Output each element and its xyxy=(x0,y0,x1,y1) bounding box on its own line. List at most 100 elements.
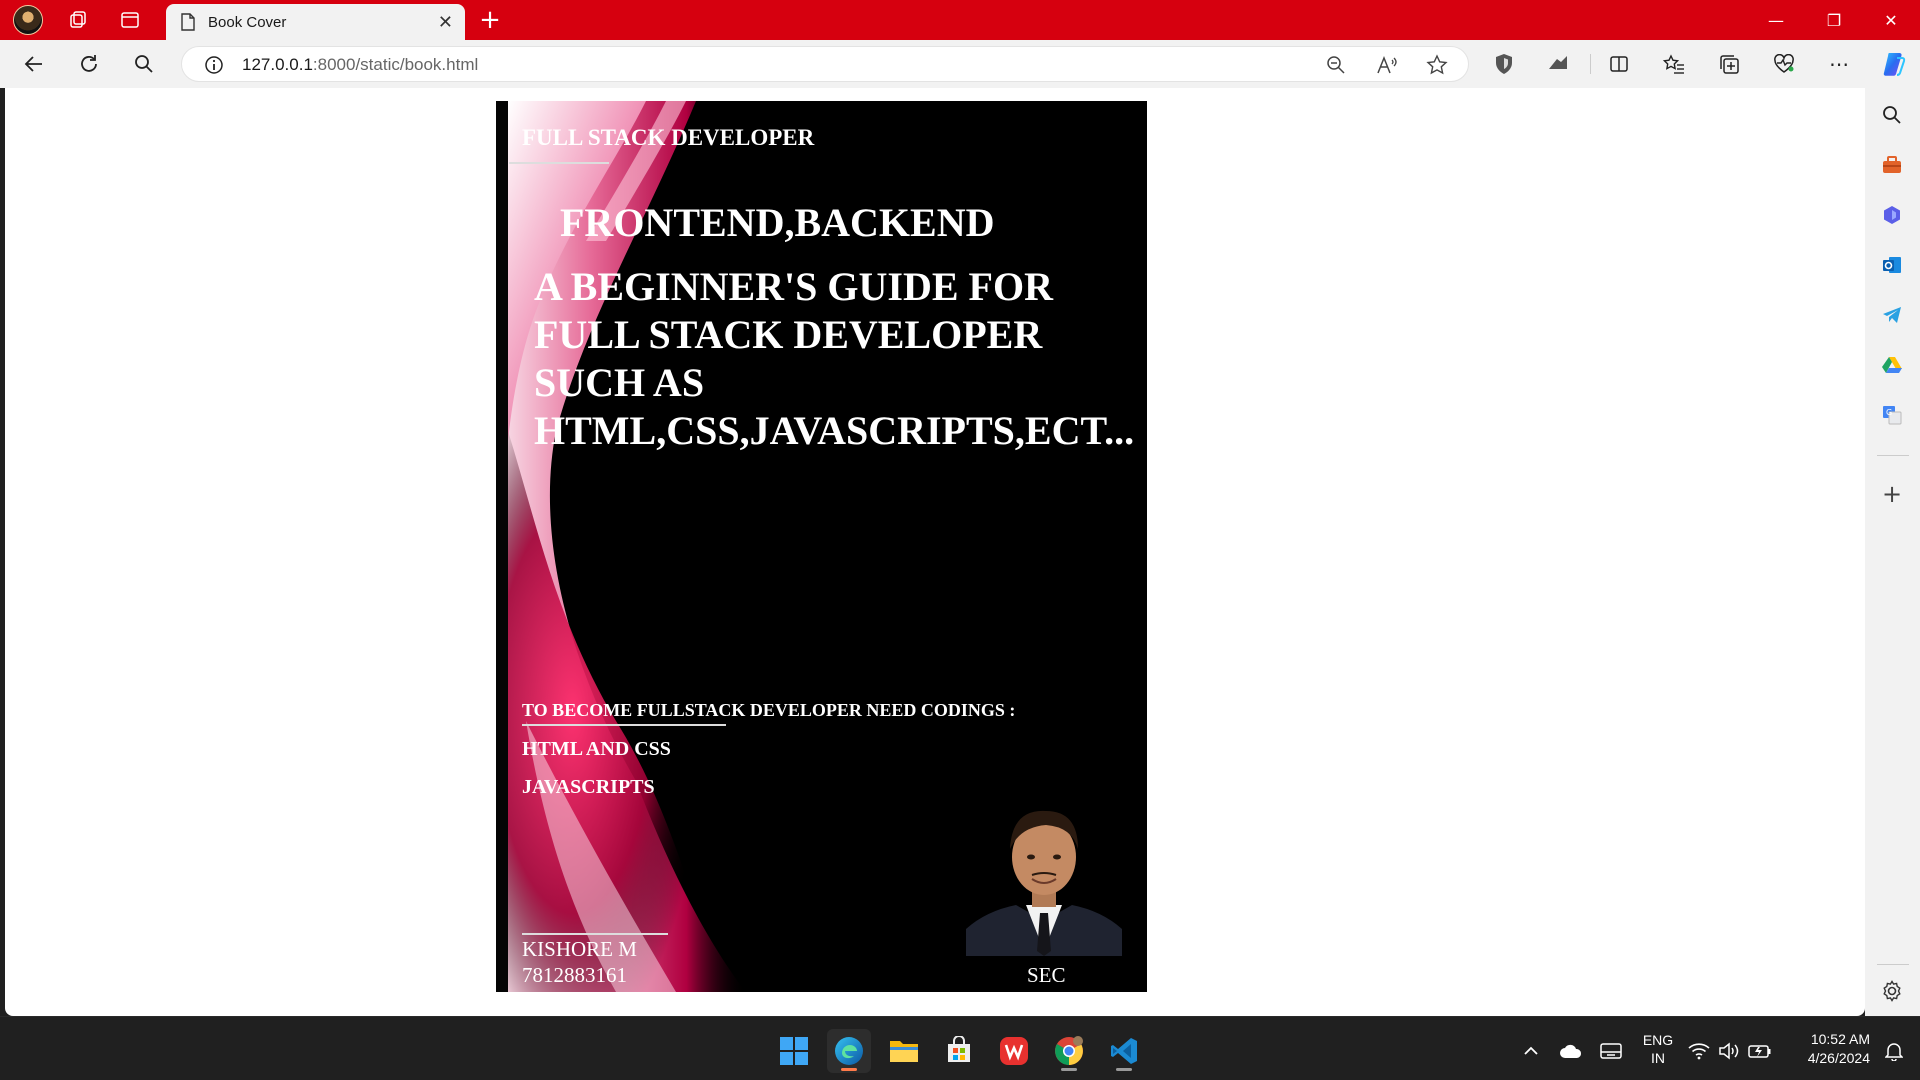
show-hidden-icons-button[interactable] xyxy=(1509,1029,1553,1073)
collections-button[interactable] xyxy=(1711,48,1747,80)
settings-more-button[interactable]: ⋯ xyxy=(1821,48,1857,80)
extension-icon xyxy=(1549,56,1567,69)
guide-line-2: FULL STACK DEVELOPER xyxy=(534,312,1043,357)
minimize-button[interactable]: — xyxy=(1747,0,1805,40)
site-info-icon[interactable] xyxy=(204,55,224,75)
close-window-button[interactable]: ✕ xyxy=(1862,0,1920,40)
taskbar-microsoft-store[interactable] xyxy=(937,1029,981,1073)
read-aloud-icon[interactable] xyxy=(1376,55,1398,75)
sidebar-copilot-button[interactable] xyxy=(1875,198,1909,232)
sidebar-tools-button[interactable] xyxy=(1875,148,1909,182)
extension-shield-button[interactable] xyxy=(1486,48,1522,80)
chrome-running-indicator xyxy=(1061,1068,1077,1071)
vscode-icon xyxy=(1111,1038,1137,1064)
edge-sidebar: G + xyxy=(1865,88,1920,1016)
edge-icon xyxy=(835,1037,863,1065)
back-arrow-icon xyxy=(24,56,42,72)
url-host: 127.0.0.1 xyxy=(242,55,313,74)
url-path: :8000/static/book.html xyxy=(312,55,479,74)
clock[interactable]: 10:52 AM 4/26/2024 xyxy=(1786,1030,1870,1068)
extension-button[interactable] xyxy=(1540,48,1576,80)
address-bar-row: 127.0.0.1:8000/static/book.html ⋯ xyxy=(0,40,1920,88)
shield-icon xyxy=(1496,54,1512,74)
guide-line-3: SUCH AS xyxy=(534,360,705,405)
author-photo xyxy=(966,801,1122,956)
sidebar-translate-button[interactable]: G xyxy=(1875,398,1909,432)
plus-icon: + xyxy=(1881,480,1903,508)
clock-time: 10:52 AM xyxy=(1810,1031,1870,1047)
guide-line-4: HTML,CSS,JAVASCRIPTS,ECT... xyxy=(534,408,1135,453)
refresh-icon xyxy=(81,55,97,72)
taskbar-wps-office[interactable] xyxy=(992,1029,1036,1073)
search-button[interactable] xyxy=(126,48,162,80)
tab-actions-button[interactable] xyxy=(112,4,148,36)
profile-avatar-image xyxy=(13,5,43,35)
microsoft-store-icon xyxy=(948,1036,970,1062)
back-button[interactable] xyxy=(16,48,52,80)
codings-underline xyxy=(522,724,726,726)
search-icon xyxy=(1883,106,1901,124)
search-icon xyxy=(135,55,153,73)
tab-book-cover[interactable]: Book Cover ✕ xyxy=(166,4,465,40)
file-explorer-icon xyxy=(890,1041,918,1062)
new-tab-button[interactable]: + xyxy=(472,4,508,36)
notifications-button[interactable] xyxy=(1872,1029,1916,1073)
author-phone: 7812883161 xyxy=(522,963,627,987)
copilot-button[interactable] xyxy=(1876,48,1912,80)
tab-title: Book Cover xyxy=(208,13,287,31)
url-bar[interactable]: 127.0.0.1:8000/static/book.html xyxy=(181,46,1469,82)
profile-avatar[interactable] xyxy=(10,4,46,36)
collections-icon xyxy=(1720,55,1739,74)
battery-icon xyxy=(1748,1045,1771,1058)
tab-actions-icon xyxy=(121,12,139,28)
sidebar-divider xyxy=(1877,455,1909,456)
windows-start-button[interactable] xyxy=(772,1029,816,1073)
split-screen-icon xyxy=(1610,56,1628,72)
send-icon xyxy=(1883,307,1901,323)
more-dots-icon: ⋯ xyxy=(1829,52,1849,76)
coding-item-1: HTML AND CSS xyxy=(522,738,671,760)
google-drive-icon xyxy=(1882,357,1902,373)
refresh-button[interactable] xyxy=(71,48,107,80)
sidebar-search-button[interactable] xyxy=(1875,98,1909,132)
browser-essentials-button[interactable] xyxy=(1766,48,1802,80)
volume-icon xyxy=(1719,1042,1739,1060)
guide-line-1: A BEGINNER'S GUIDE FOR xyxy=(534,264,1053,309)
cover-header: FULL STACK DEVELOPER xyxy=(522,125,815,150)
chevron-up-icon xyxy=(1524,1046,1538,1055)
taskbar-chrome[interactable] xyxy=(1047,1029,1091,1073)
favorite-star-icon[interactable] xyxy=(1426,54,1448,76)
region-code: IN xyxy=(1651,1050,1665,1066)
copilot-icon xyxy=(1883,53,1906,76)
sidebar-outlook-button[interactable] xyxy=(1875,248,1909,282)
taskbar-edge[interactable] xyxy=(827,1029,871,1073)
coding-item-2: JAVASCRIPTS xyxy=(522,776,655,798)
workspaces-button[interactable] xyxy=(60,4,96,36)
split-screen-button[interactable] xyxy=(1601,48,1637,80)
zoom-out-icon[interactable] xyxy=(1326,55,1346,75)
url-text[interactable]: 127.0.0.1:8000/static/book.html xyxy=(242,55,478,75)
keyboard-icon xyxy=(1600,1043,1622,1059)
restore-button[interactable]: ❐ xyxy=(1805,0,1863,40)
gear-icon xyxy=(1883,980,1901,1002)
sidebar-telegram-button[interactable] xyxy=(1875,298,1909,332)
onedrive-button[interactable] xyxy=(1549,1029,1593,1073)
quick-settings-button[interactable] xyxy=(1680,1029,1780,1073)
book-cover: FULL STACK DEVELOPER FRONTEND,BACKEND A … xyxy=(496,101,1147,992)
tab-close-button[interactable]: ✕ xyxy=(438,12,453,33)
favorites-button[interactable] xyxy=(1656,48,1692,80)
touch-keyboard-button[interactable] xyxy=(1589,1029,1633,1073)
sidebar-add-button[interactable]: + xyxy=(1875,477,1909,511)
outlook-icon xyxy=(1883,257,1901,273)
taskbar-vscode[interactable] xyxy=(1102,1029,1146,1073)
windows-start-icon xyxy=(780,1037,808,1065)
taskbar-file-explorer[interactable] xyxy=(882,1029,926,1073)
page-icon xyxy=(181,13,195,31)
toolbox-icon xyxy=(1883,156,1901,173)
favorites-icon xyxy=(1663,54,1684,74)
sidebar-settings-button[interactable] xyxy=(1875,974,1909,1008)
workspaces-icon xyxy=(70,11,86,28)
bell-icon xyxy=(1885,1043,1903,1061)
sidebar-drive-button[interactable] xyxy=(1875,348,1909,382)
input-language-indicator[interactable]: ENG IN xyxy=(1640,1031,1676,1067)
